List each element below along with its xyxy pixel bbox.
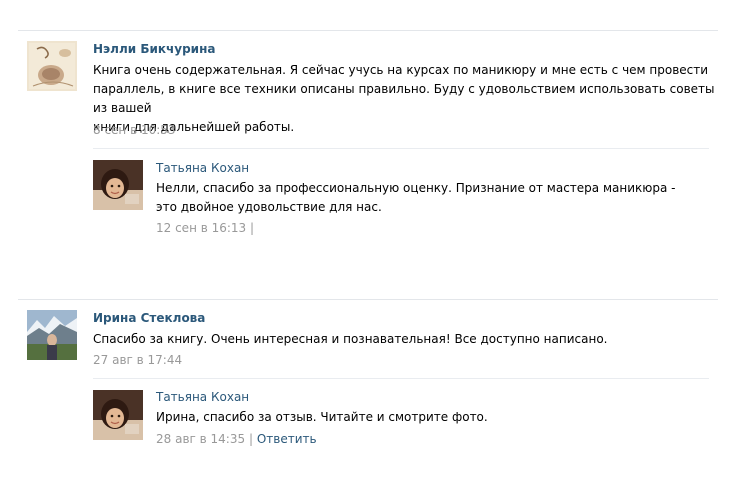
reply-text: Ирина, спасибо за отзыв. Читайте и смотр… bbox=[156, 408, 488, 427]
meta-separator: | bbox=[250, 221, 255, 235]
comment-meta: 27 авг в 17:44 bbox=[93, 353, 182, 367]
reply-author[interactable]: Татьяна Кохан bbox=[156, 390, 249, 404]
comment-text-line: Книга очень содержательная. Я сейчас учу… bbox=[93, 63, 709, 77]
divider bbox=[93, 378, 709, 379]
divider bbox=[18, 299, 718, 300]
comment-text-line: книги для дальнейшей работы. bbox=[93, 120, 295, 134]
reply-text-line: Нелли, спасибо за профессиональную оценк… bbox=[156, 181, 676, 195]
avatar[interactable] bbox=[27, 310, 77, 360]
reply-date[interactable]: 28 авг в 14:35 bbox=[156, 432, 245, 446]
comment-text: Книга очень содержательная. Я сейчас учу… bbox=[93, 61, 732, 137]
reply-button[interactable]: Ответить bbox=[257, 432, 317, 446]
avatar[interactable] bbox=[93, 390, 143, 440]
comment-date[interactable]: 27 авг в 17:44 bbox=[93, 353, 182, 367]
user-photo-icon bbox=[27, 310, 77, 360]
comment-author[interactable]: Ирина Стеклова bbox=[93, 311, 205, 325]
avatar[interactable] bbox=[27, 41, 77, 91]
reply-text-line: Ирина, спасибо за отзыв. Читайте и смотр… bbox=[156, 410, 488, 424]
comment-date[interactable]: 8 сен в 10:53 bbox=[93, 123, 176, 137]
reply-meta: 28 авг в 14:35 | Ответить bbox=[156, 432, 317, 446]
comment-meta: 8 сен в 10:53 bbox=[93, 123, 176, 137]
reply-text-line: это двойное удовольствие для нас. bbox=[156, 200, 382, 214]
user-photo-icon bbox=[93, 390, 143, 440]
reply-text: Нелли, спасибо за профессиональную оценк… bbox=[156, 179, 675, 217]
user-photo-icon bbox=[93, 160, 143, 210]
user-photo-icon bbox=[27, 41, 77, 91]
divider bbox=[93, 148, 709, 149]
meta-separator: | bbox=[248, 432, 253, 446]
reply-author[interactable]: Татьяна Кохан bbox=[156, 161, 249, 175]
comment-text-line: параллель, в книге все техники описаны п… bbox=[93, 82, 715, 115]
divider bbox=[18, 30, 718, 31]
avatar[interactable] bbox=[93, 160, 143, 210]
comment-author[interactable]: Нэлли Бикчурина bbox=[93, 42, 215, 56]
reply-meta: 12 сен в 16:13 | bbox=[156, 221, 254, 235]
reply-date[interactable]: 12 сен в 16:13 bbox=[156, 221, 246, 235]
comment-text: Спасибо за книгу. Очень интересная и поз… bbox=[93, 330, 607, 349]
comment-text-line: Спасибо за книгу. Очень интересная и поз… bbox=[93, 332, 608, 346]
